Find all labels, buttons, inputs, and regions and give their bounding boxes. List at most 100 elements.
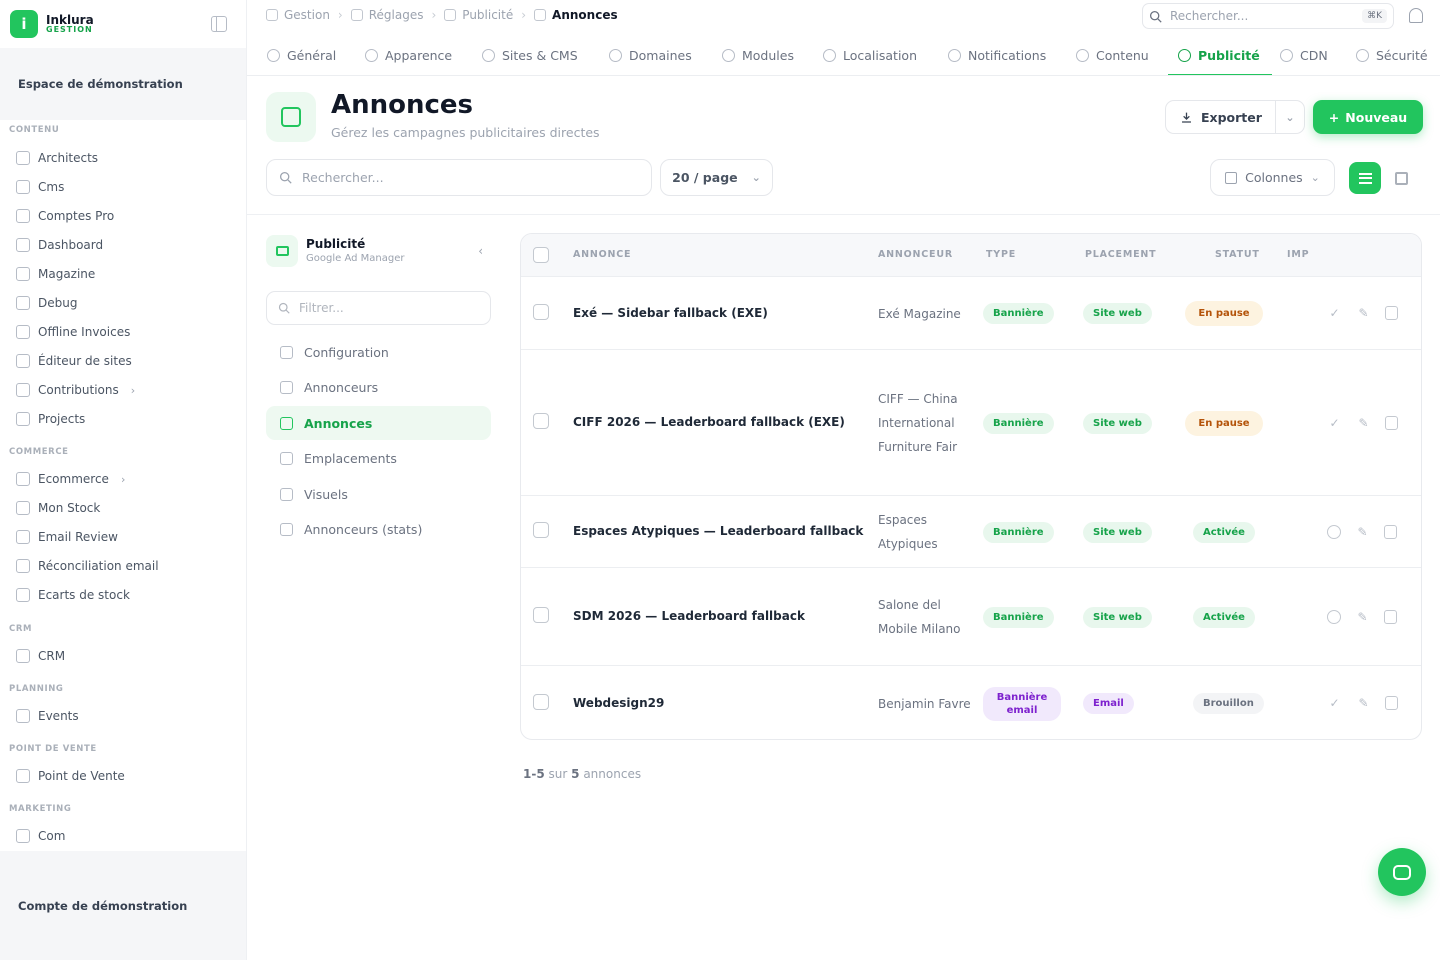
sidebar-item[interactable]: Ecommerce › <box>16 469 125 489</box>
column-header-type[interactable]: TYPE <box>986 249 1016 260</box>
tab-item[interactable]: Modules <box>722 34 794 75</box>
select-all-checkbox[interactable] <box>533 247 549 263</box>
tab-item[interactable]: Contenu <box>1076 34 1149 75</box>
table-row[interactable]: SDM 2026 — Leaderboard fallback Salone de… <box>521 568 1421 666</box>
sidebar-item-label: Réconciliation email <box>38 559 159 573</box>
new-button[interactable]: + Nouveau <box>1313 100 1423 134</box>
tab-item[interactable]: Général <box>267 34 336 75</box>
sidebar-item[interactable]: Events <box>16 706 79 726</box>
subnav-item[interactable]: Emplacements <box>266 442 491 476</box>
column-header-statut[interactable]: STATUT <box>1215 249 1260 260</box>
tab-item[interactable]: CDN <box>1280 34 1328 75</box>
sidebar-item[interactable]: Point de Vente <box>16 766 125 786</box>
edit-icon[interactable]: ✎ <box>1356 415 1371 430</box>
tab-item[interactable]: Domaines <box>609 34 692 75</box>
sidebar-item[interactable]: Magazine <box>16 264 95 284</box>
export-dropdown-chevron-icon[interactable]: ⌄ <box>1276 111 1304 124</box>
ad-title[interactable]: Webdesign29 <box>573 696 664 710</box>
sidebar-collapse-icon[interactable] <box>211 16 227 32</box>
sidebar-item[interactable]: Email Review <box>16 527 118 547</box>
account-switcher[interactable]: Compte de démonstration <box>0 851 246 960</box>
brand[interactable]: i Inklura GESTION <box>10 10 94 38</box>
edit-icon[interactable]: ✎ <box>1356 306 1371 321</box>
sidebar-item[interactable]: Comptes Pro <box>16 206 114 226</box>
subnav-item[interactable]: Annonceurs (stats) <box>266 513 491 547</box>
breadcrumb: Gestion › Réglages › Publicité › Annonces <box>266 6 618 24</box>
sidebar-item[interactable]: Debug <box>16 293 77 313</box>
breadcrumb-item[interactable]: Gestion <box>266 8 330 22</box>
tab-item[interactable]: Publicité <box>1168 34 1272 75</box>
subnav-filter-input[interactable]: Filtrer... <box>266 291 491 325</box>
bell-icon[interactable] <box>1409 8 1423 23</box>
edit-icon[interactable]: ✎ <box>1355 609 1370 624</box>
subnav-item[interactable]: Visuels <box>266 477 491 511</box>
subnav-item[interactable]: Annonceurs <box>266 371 491 405</box>
workspace-switcher[interactable]: Espace de démonstration <box>0 48 246 120</box>
chevron-left-icon[interactable]: ‹ <box>478 244 483 258</box>
list-view-toggle[interactable] <box>1349 162 1381 194</box>
edit-icon[interactable]: ✎ <box>1355 524 1370 539</box>
trash-icon[interactable] <box>1384 524 1397 539</box>
export-button[interactable]: Exporter <box>1166 101 1276 133</box>
sidebar-item[interactable]: Projects <box>16 409 85 429</box>
row-checkbox[interactable] <box>533 522 549 538</box>
tab-item[interactable]: Localisation <box>823 34 917 75</box>
check-icon[interactable]: ✓ <box>1327 696 1342 711</box>
row-checkbox[interactable] <box>533 303 549 320</box>
search-icon <box>278 302 290 314</box>
sidebar-item[interactable]: Cms <box>16 177 64 197</box>
edit-icon[interactable]: ✎ <box>1356 696 1371 711</box>
sidebar-item[interactable]: Offline Invoices <box>16 322 130 342</box>
ad-title[interactable]: SDM 2026 — Leaderboard fallback <box>573 609 805 623</box>
table-row[interactable]: Exé — Sidebar fallback (EXE) Exé Magazine… <box>521 277 1421 350</box>
grid-view-toggle[interactable] <box>1385 162 1417 194</box>
trash-icon[interactable] <box>1385 696 1398 710</box>
tab-item[interactable]: Sécurité <box>1356 34 1428 75</box>
sidebar-item[interactable]: Contributions › <box>16 380 135 400</box>
breadcrumb-item: Annonces <box>534 8 618 22</box>
column-header-annonce[interactable]: ANNONCE <box>573 249 631 260</box>
sidebar-item[interactable]: Architects <box>16 148 98 168</box>
global-search[interactable]: Rechercher... ⌘K <box>1142 3 1394 29</box>
tab-item[interactable]: Apparence <box>365 34 452 75</box>
sidebar-item[interactable]: Éditeur de sites <box>16 351 132 371</box>
table-row[interactable]: Espaces Atypiques — Leaderboard fallback… <box>521 496 1421 568</box>
book-icon <box>16 267 30 281</box>
trash-icon[interactable] <box>1385 306 1398 320</box>
sidebar-item[interactable]: Mon Stock <box>16 498 100 518</box>
breadcrumb-item[interactable]: Réglages <box>350 8 423 22</box>
tab-item[interactable]: Sites & CMS <box>482 34 578 75</box>
subnav-item[interactable]: Configuration <box>266 335 491 369</box>
columns-label: Colonnes <box>1245 170 1303 185</box>
table-row[interactable]: CIFF 2026 — Leaderboard fallback (EXE) CI… <box>521 350 1421 496</box>
subnav-item[interactable]: Annonces <box>266 406 491 440</box>
per-page-select[interactable]: 20 / page ⌄ <box>660 159 773 196</box>
row-checkbox[interactable] <box>533 693 549 710</box>
chat-button[interactable] <box>1378 848 1426 896</box>
row-checkbox[interactable] <box>533 607 549 623</box>
column-header-annonceur[interactable]: ANNONCEUR <box>878 249 953 260</box>
sidebar-item[interactable]: Dashboard <box>16 235 103 255</box>
ads-search-input[interactable]: Rechercher... <box>266 159 652 196</box>
tab-item[interactable]: Notifications <box>948 34 1046 75</box>
column-header-imp[interactable]: IMP <box>1287 249 1309 260</box>
trash-icon[interactable] <box>1384 609 1397 624</box>
columns-button[interactable]: Colonnes ⌄ <box>1210 159 1335 196</box>
pause-icon[interactable] <box>1327 609 1341 624</box>
check-icon[interactable]: ✓ <box>1327 306 1342 321</box>
trash-icon[interactable] <box>1385 415 1398 430</box>
sidebar-item[interactable]: Réconciliation email <box>16 556 159 576</box>
ad-title[interactable]: CIFF 2026 — Leaderboard fallback (EXE) <box>573 415 845 429</box>
table-row[interactable]: Webdesign29 Benjamin Favre Bannière email E… <box>521 666 1421 739</box>
cart-icon <box>16 588 30 602</box>
ad-title[interactable]: Exé — Sidebar fallback (EXE) <box>573 306 768 320</box>
column-header-placement[interactable]: PLACEMENT <box>1085 249 1156 260</box>
check-icon[interactable]: ✓ <box>1327 415 1342 430</box>
sidebar-item[interactable]: Com <box>16 826 65 846</box>
pause-icon[interactable] <box>1327 524 1341 539</box>
sidebar-item[interactable]: Ecarts de stock <box>16 585 130 605</box>
breadcrumb-item[interactable]: Publicité <box>444 8 513 22</box>
row-checkbox[interactable] <box>533 413 549 429</box>
sidebar-item[interactable]: CRM <box>16 646 65 666</box>
ad-title[interactable]: Espaces Atypiques — Leaderboard fallback <box>573 524 863 538</box>
